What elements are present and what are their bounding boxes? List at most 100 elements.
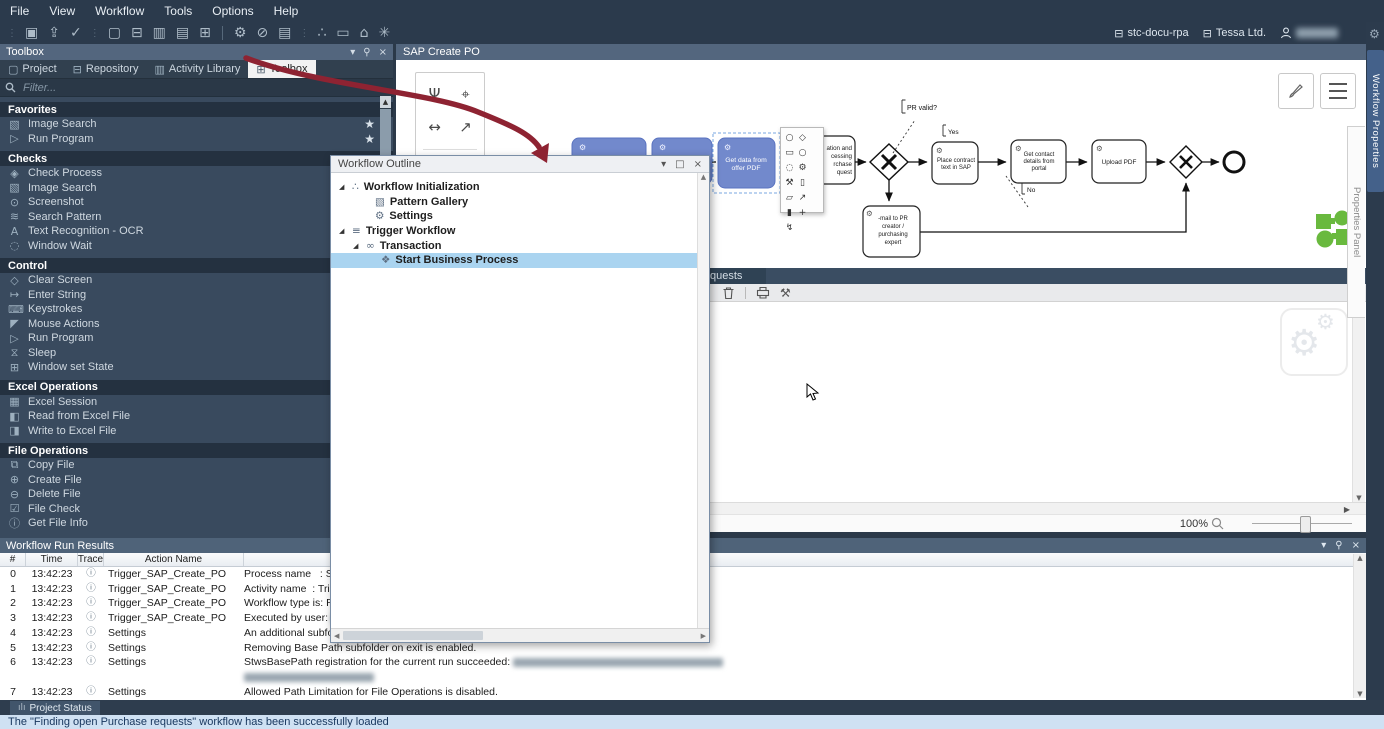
scroll-down-icon[interactable]: ▼ [1356,494,1361,502]
chevron-down-icon[interactable]: ▾ [1321,540,1326,551]
folder-icon[interactable]: ▱ [783,190,796,205]
scroll-right-icon[interactable]: ▶ [701,632,706,640]
bpmn-task-place-contract[interactable]: ⚙ Place contract text in SAP [932,142,978,184]
menu-file[interactable]: File [10,4,29,18]
repository-badge[interactable]: ⊟ stc-docu-rpa [1114,27,1188,40]
annotation-icon[interactable]: ▮ [783,205,796,220]
favorite-star-icon[interactable]: ★ [364,117,375,131]
document-icon[interactable]: ▤ [176,22,189,44]
gear-icon[interactable]: ⚙ [1369,27,1380,41]
col-num[interactable]: # [0,553,26,566]
zoom-slider[interactable] [1252,523,1352,524]
menu-view[interactable]: View [49,4,75,18]
user-badge[interactable] [1280,27,1338,39]
outline-vscrollbar[interactable]: ▲ [697,173,709,628]
bpmn-end-event[interactable] [1224,152,1244,172]
tree-item-pattern-gallery[interactable]: ▧ Pattern Gallery [331,195,709,210]
save-icon[interactable]: ▣ [25,22,38,44]
new-document-icon[interactable]: ▢ [108,22,121,44]
tab-project-status[interactable]: ılı Project Status [10,701,100,715]
toolbox-item[interactable]: ▷Run Program★ [0,132,393,147]
outline-titlebar[interactable]: Workflow Outline ▾ □ × [331,156,709,173]
connect-tool-icon[interactable]: ↗ [450,110,481,143]
chevron-down-icon[interactable]: ▾ [350,47,355,58]
workflow-properties-tab[interactable]: Workflow Properties [1367,50,1384,192]
wrench-icon[interactable]: ⚒ [780,286,791,300]
tree-item-transaction[interactable]: ◢ ∞ Transaction [331,238,709,253]
table-row[interactable]: 713:42:23ⓘSettingsAllowed Path Limitatio… [0,685,1366,700]
menu-options[interactable]: Options [212,4,253,18]
canvas-menu-button[interactable] [1320,73,1356,109]
repository-icon[interactable]: ⊟ [131,22,143,44]
toolbar-grip[interactable]: ⋮ [299,28,309,39]
printer-icon[interactable] [756,286,770,299]
col-time[interactable]: Time [26,553,78,566]
properties-panel-tab[interactable]: Properties Panel [1347,126,1365,318]
scroll-up-icon[interactable]: ▲ [1357,554,1362,562]
outline-hscrollbar[interactable]: ◀ ▶ [331,628,709,642]
toolbox-item[interactable]: ▧Image Search★ [0,117,393,132]
table-row[interactable]: 613:42:23ⓘSettingsStwsBasePath registrat… [0,655,1366,684]
report-icon[interactable]: ▤ [278,22,291,44]
space-tool-icon[interactable]: ↔ [419,110,450,143]
expand-triangle-icon[interactable]: ◢ [339,183,347,191]
tree-item-start-business-process[interactable]: ❖ Start Business Process [331,253,709,268]
append-task-icon[interactable]: ▭ [783,145,796,160]
add-icon[interactable]: + [796,205,809,220]
close-icon[interactable]: × [694,159,702,170]
scroll-left-icon[interactable]: ◀ [334,632,339,640]
monitor-icon[interactable]: ▭ [336,22,349,44]
tree-item-trigger-workflow[interactable]: ◢ ≡ Trigger Workflow [331,224,709,239]
toolbar-grip[interactable]: ⋮ [90,28,100,39]
append-intermediate-icon[interactable]: ◌ [783,160,796,175]
tab-repository[interactable]: ⊟ Repository [65,60,147,78]
window-icon[interactable]: ⊞ [199,22,211,44]
new-workflow-icon[interactable]: ✳ [378,22,390,44]
menu-help[interactable]: Help [274,4,299,18]
scroll-up-icon[interactable]: ▲ [380,96,391,108]
expand-triangle-icon[interactable]: ◢ [353,242,361,250]
tree-item-workflow-initialization[interactable]: ◢ ∴ Workflow Initialization [331,180,709,195]
menu-workflow[interactable]: Workflow [95,4,144,18]
bpmn-task-get-contact[interactable]: ⚙ Get contact details from portal [1011,140,1066,183]
col-action[interactable]: Action Name [104,553,244,566]
connections-icon[interactable]: ∴ [317,22,326,44]
tree-item-settings[interactable]: ⚙ Settings [331,209,709,224]
trash-icon[interactable] [722,286,735,300]
validate-icon[interactable]: ✓ [70,22,82,44]
append-service-task-icon[interactable]: ⚙ [796,160,809,175]
activity-library-icon[interactable]: ▥ [153,22,166,44]
append-event-icon[interactable]: ○ [796,145,809,160]
home-icon[interactable]: ⌂ [360,22,369,44]
lightning-icon[interactable]: ↯ [783,220,796,235]
filter-input[interactable] [21,81,388,95]
bpmn-gateway-merge[interactable] [1170,146,1202,178]
bpmn-task-get-data[interactable]: ⚙ Get data from offer PDF [713,133,780,193]
scroll-down-icon[interactable]: ▼ [1357,690,1362,698]
pin-icon[interactable]: ⚲ [363,47,370,58]
theme-brush-button[interactable] [1278,73,1314,109]
attachment-icon[interactable]: ⊘ [256,22,268,44]
zoom-slider-thumb[interactable] [1300,516,1311,533]
pin-icon[interactable]: ⚲ [1335,540,1342,551]
hand-tool-icon[interactable]: Ψ [419,77,450,110]
results-scrollbar[interactable]: ▲ ▼ [1353,554,1366,698]
settings-gear-icon[interactable]: ⚙ [234,22,247,44]
favorite-star-icon[interactable]: ★ [364,132,375,146]
toolbar-grip[interactable]: ⋮ [7,28,17,39]
append-end-event-icon[interactable]: ○ [783,130,796,145]
tab-project[interactable]: ▢ Project [0,60,65,78]
chevron-down-icon[interactable]: ▾ [661,159,666,170]
col-trace[interactable]: Trace [78,553,104,566]
maximize-icon[interactable]: □ [675,159,684,170]
lasso-tool-icon[interactable]: ⌖ [450,77,481,110]
link-icon[interactable]: ↗ [796,190,809,205]
requests-vscrollbar[interactable]: ▲ ▼ [1352,302,1365,502]
bpmn-task-email[interactable]: ⚙ -mail to PR creator / purchasing exper… [863,206,920,257]
scrollbar-thumb[interactable] [343,631,483,640]
menu-tools[interactable]: Tools [164,4,192,18]
bpmn-gateway-pr-valid[interactable] [870,144,908,180]
tab-activity-library[interactable]: ▥ Activity Library [146,60,248,78]
delete-trash-icon[interactable]: ▯ [796,175,809,190]
close-icon[interactable]: × [379,47,387,58]
